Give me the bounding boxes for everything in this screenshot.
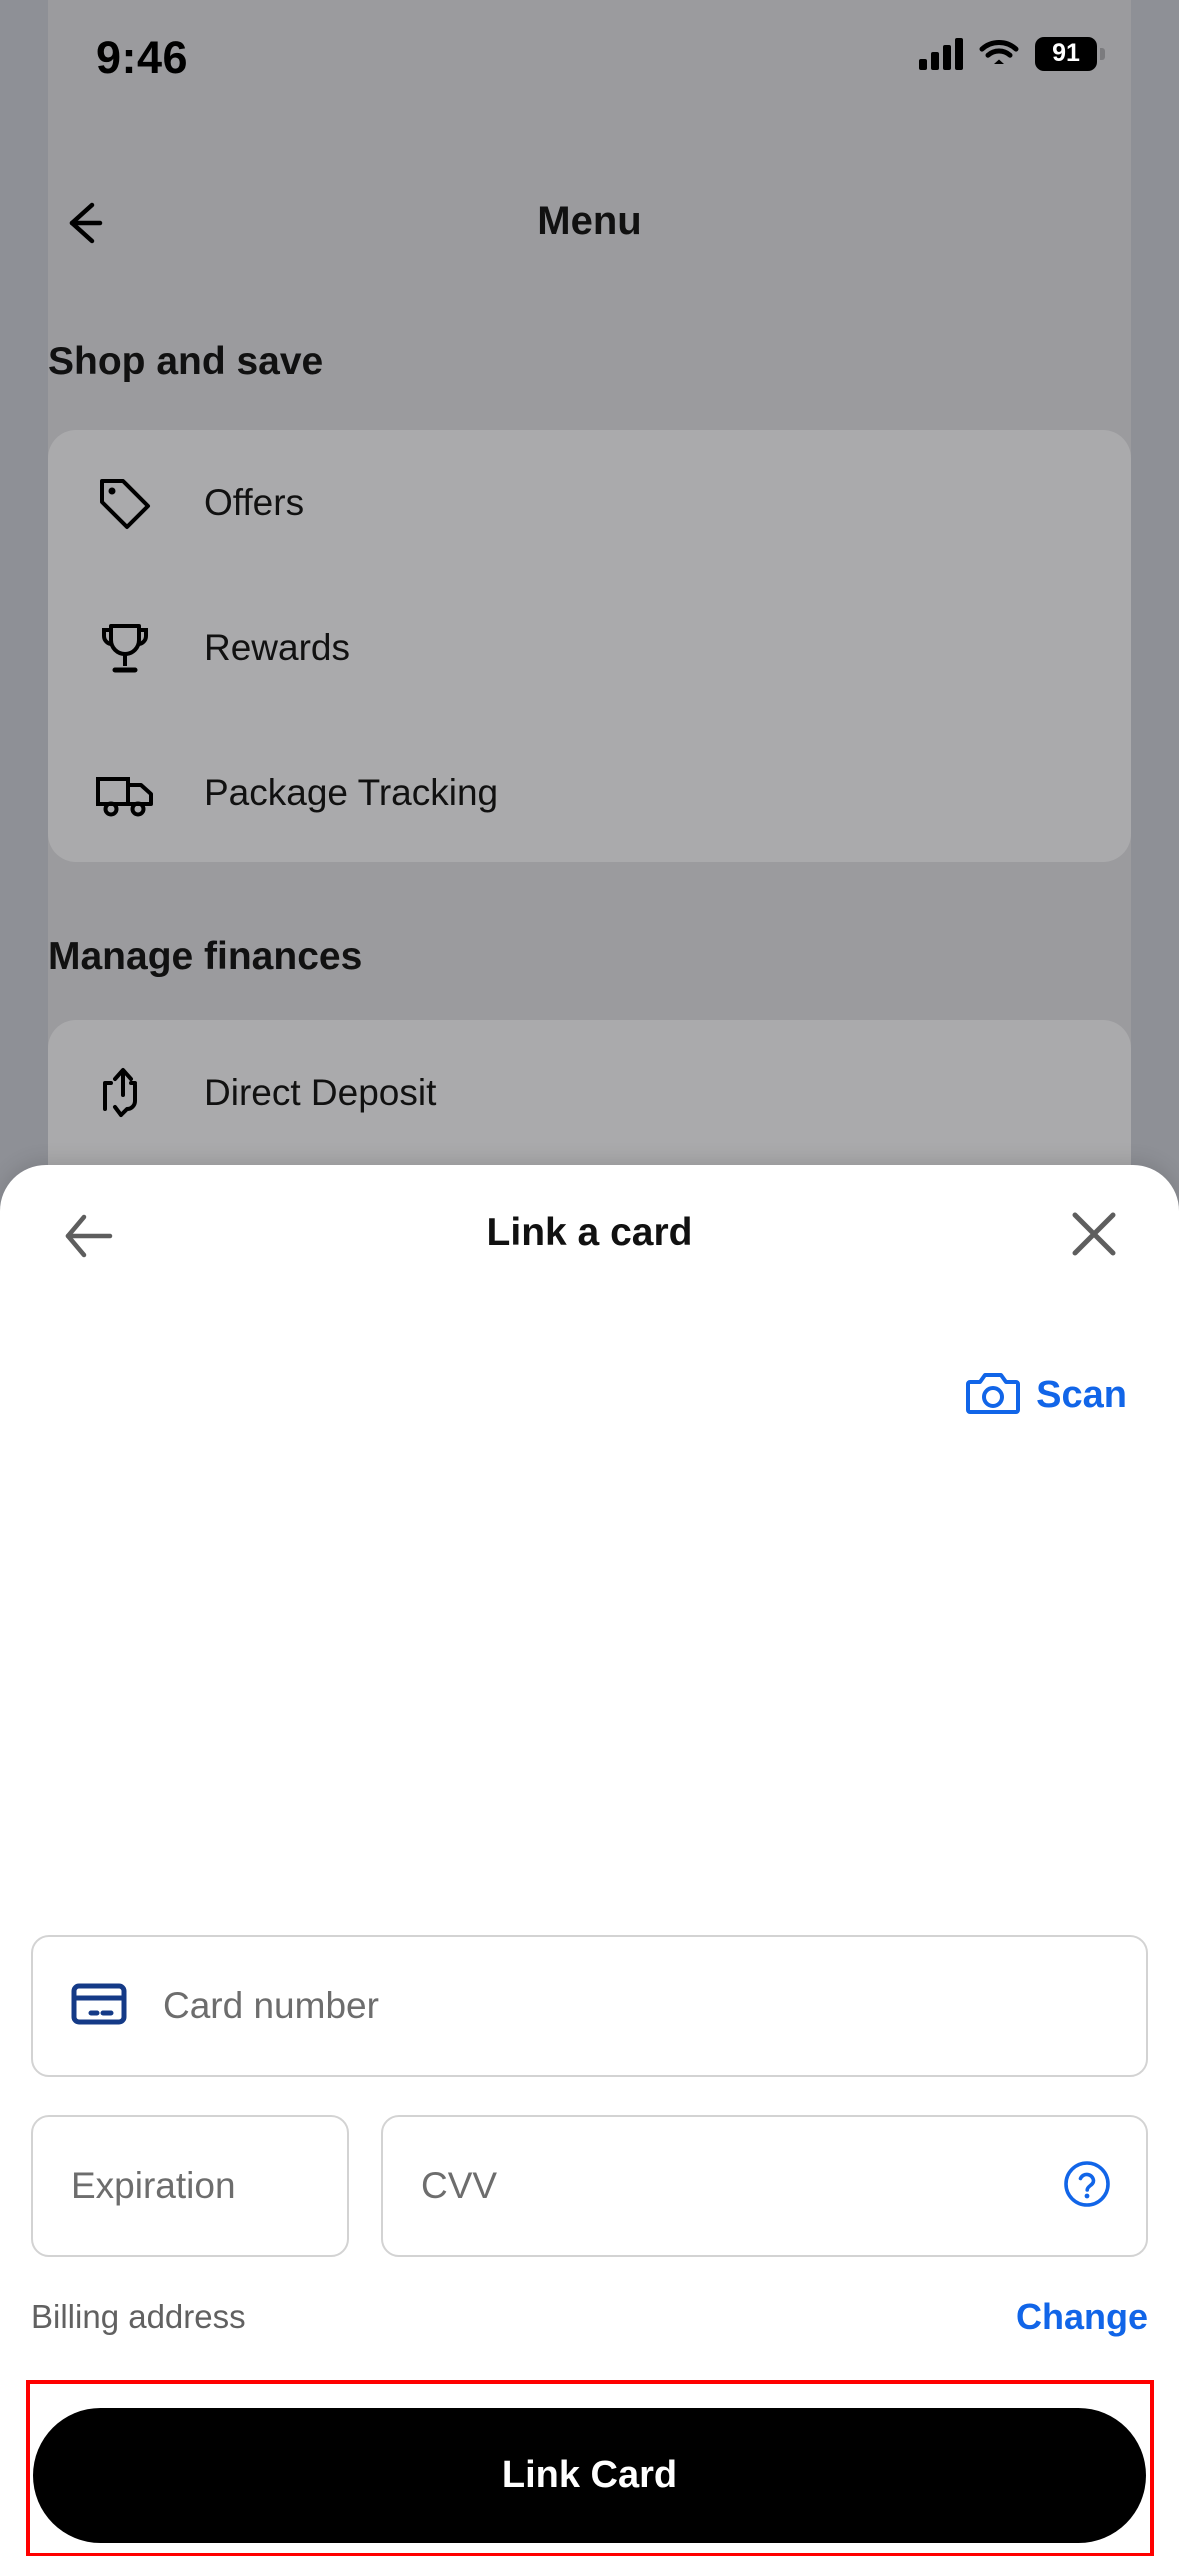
card-number-placeholder: Card number — [163, 1985, 379, 2026]
sheet-title: Link a card — [486, 1211, 693, 1254]
home-indicator — [379, 2504, 800, 2518]
menu-item-label: Rewards — [204, 626, 350, 668]
close-x-icon[interactable] — [1067, 1207, 1121, 1266]
menu-item-package-tracking[interactable]: Package Tracking — [48, 720, 1131, 865]
cvv-placeholder: CVV — [421, 2165, 498, 2206]
cvv-input[interactable]: CVV — [381, 2115, 1148, 2257]
delivery-truck-icon — [92, 761, 158, 825]
menu-item-label: Direct Deposit — [204, 1071, 437, 1113]
scan-label: Scan — [1036, 1374, 1127, 1416]
menu-item-offers[interactable]: Offers — [48, 430, 1131, 575]
credit-card-icon — [71, 1983, 127, 2030]
section-heading-manage-finances: Manage finances — [48, 935, 363, 978]
menu-item-direct-deposit[interactable]: Direct Deposit — [48, 1020, 1131, 1165]
trophy-icon — [92, 616, 158, 680]
expiration-placeholder: Expiration — [71, 2165, 236, 2206]
sheet-header: Link a card — [0, 1165, 1179, 1307]
camera-icon — [966, 1370, 1021, 1421]
scan-card-button[interactable]: Scan — [966, 1370, 1127, 1421]
status-bar: 9:46 91 — [0, 0, 1179, 120]
section-heading-shop-and-save: Shop and save — [48, 340, 324, 383]
menu-card-shop-and-save: Offers Rewards Package Tracking — [48, 430, 1131, 862]
billing-address-label: Billing address — [31, 2298, 246, 2335]
tag-icon — [92, 471, 158, 535]
cellular-signal-icon — [919, 37, 963, 70]
wifi-icon — [979, 36, 1019, 71]
phone-screen: 9:46 91 Menu Shop and save Offers Reward… — [0, 0, 1179, 2556]
billing-change-link[interactable]: Change — [1016, 2296, 1148, 2338]
background-nav-bar: Menu — [0, 185, 1179, 275]
menu-item-label: Offers — [204, 481, 305, 523]
help-circle-icon[interactable] — [1062, 2159, 1112, 2214]
expiration-input[interactable]: Expiration — [31, 2115, 349, 2257]
status-bar-time: 9:46 — [96, 32, 189, 83]
page-title: Menu — [537, 199, 642, 243]
link-card-button[interactable]: Link Card — [33, 2408, 1146, 2543]
hand-up-arrow-icon — [92, 1061, 158, 1125]
battery-level-label: 91 — [1052, 39, 1080, 67]
card-number-input[interactable]: Card number — [31, 1935, 1148, 2077]
menu-item-label: Package Tracking — [204, 771, 499, 813]
menu-item-rewards[interactable]: Rewards — [48, 575, 1131, 720]
battery-icon: 91 — [1035, 36, 1105, 71]
status-bar-indicators: 91 — [919, 36, 1105, 71]
billing-address-row: Billing address Change — [31, 2287, 1148, 2347]
link-a-card-sheet: Link a card Scan Card number Expiration … — [0, 1165, 1179, 2556]
